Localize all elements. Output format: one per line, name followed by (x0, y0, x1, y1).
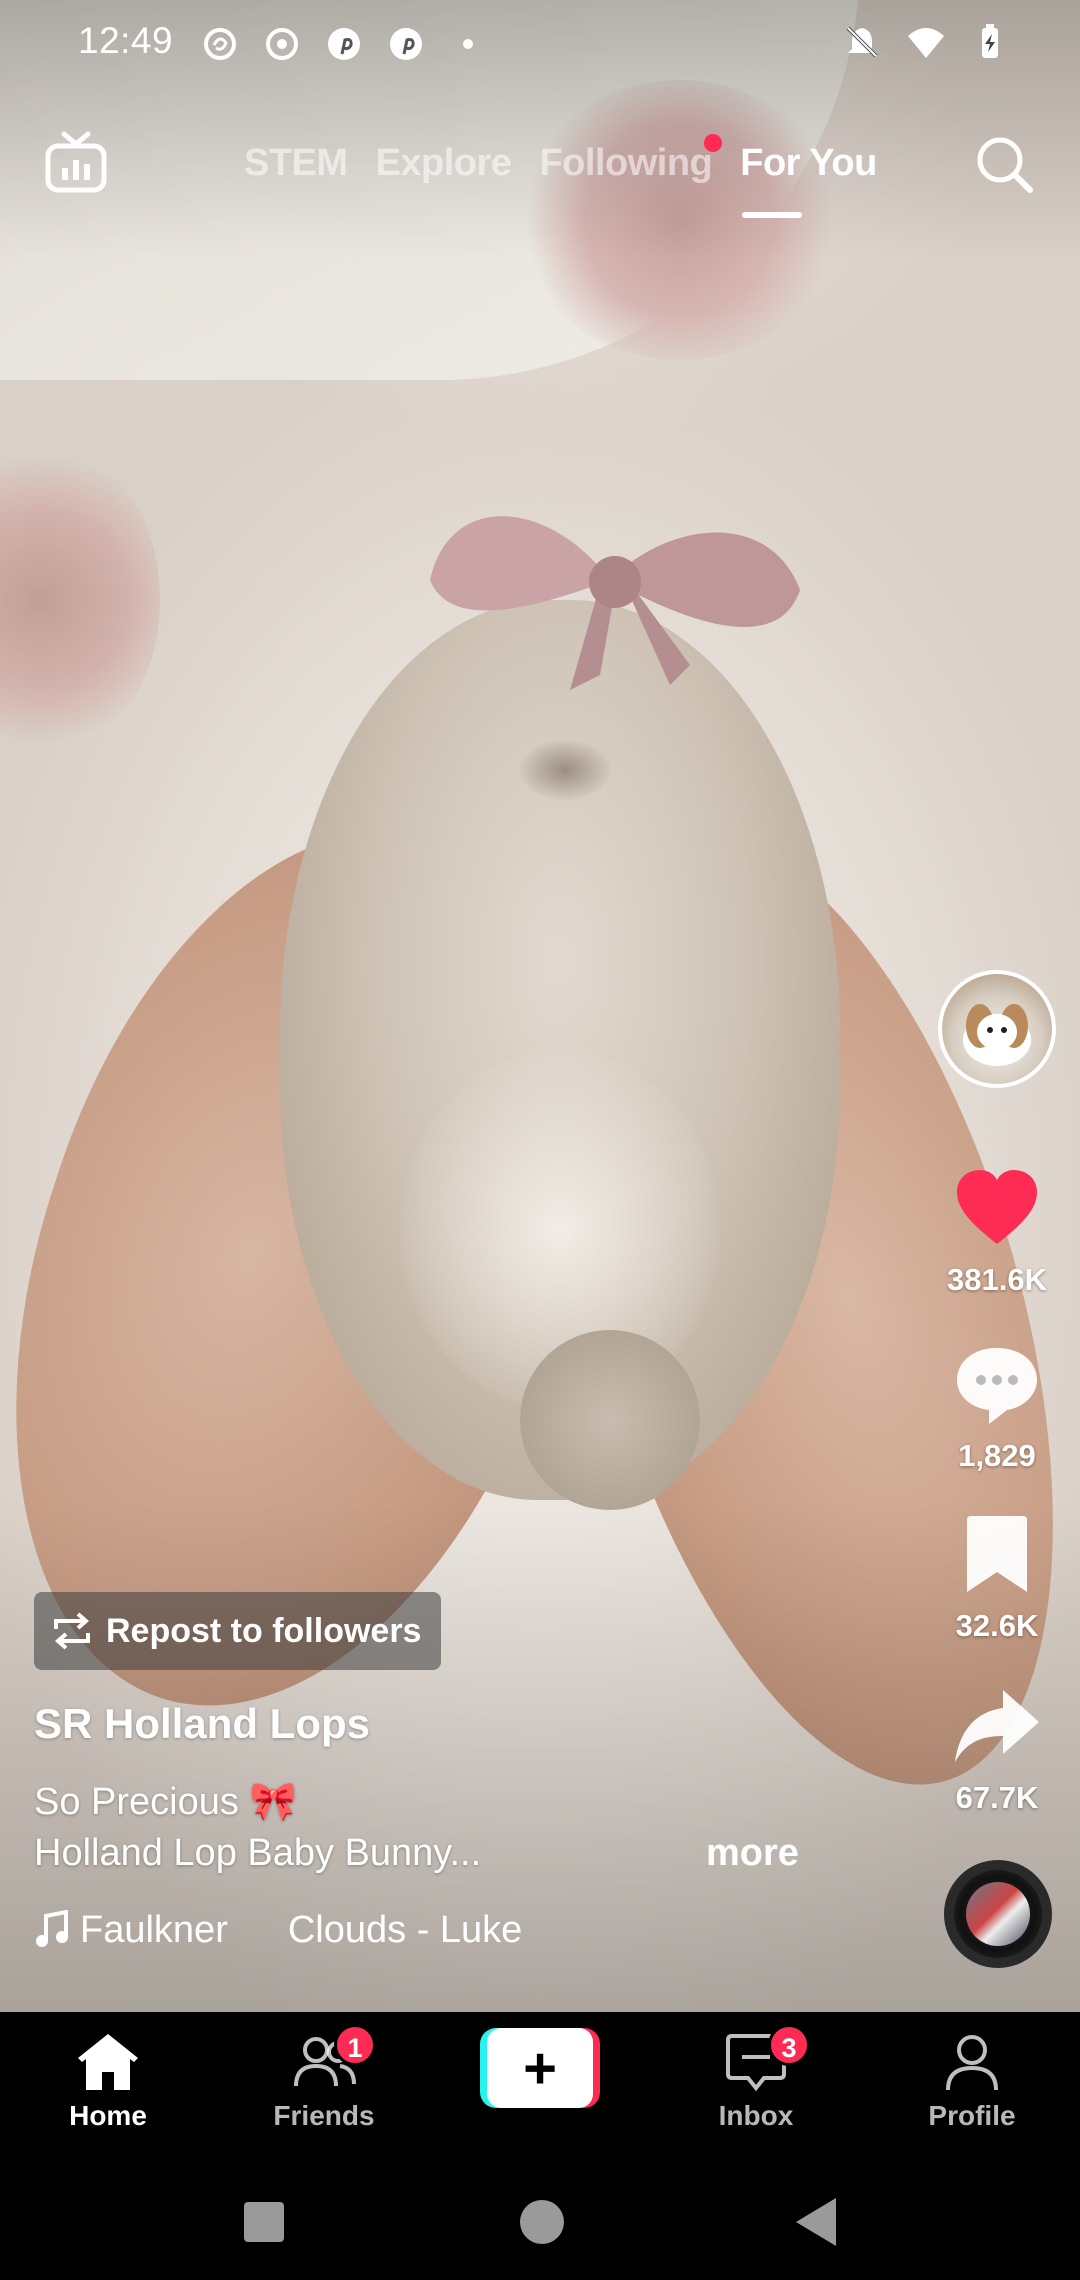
nav-home[interactable]: Home (18, 2030, 198, 2132)
like-count: 381.6K (947, 1262, 1047, 1297)
save-button[interactable]: 32.6K (930, 1506, 1064, 1644)
repost-icon (54, 1612, 90, 1650)
home-system-button[interactable] (520, 2200, 564, 2244)
wifi-icon (908, 28, 944, 58)
bunny-nose (520, 740, 610, 800)
pinterest-icon (390, 28, 422, 60)
status-bar: 12:49 (0, 0, 1080, 86)
status-time: 12:49 (78, 20, 174, 61)
repost-label: Repost to followers (106, 1611, 422, 1650)
caption-line-1: So Precious 🎀 (34, 1781, 297, 1823)
pink-fluff-decoration (0, 440, 160, 760)
like-button[interactable]: 381.6K (930, 1160, 1064, 1298)
comment-count: 1,829 (958, 1438, 1036, 1473)
repost-button[interactable]: Repost to followers (34, 1592, 442, 1670)
nav-home-label: Home (69, 2100, 147, 2131)
nav-inbox-label: Inbox (718, 2100, 794, 2131)
search-icon[interactable] (970, 130, 1038, 198)
pink-bow (430, 516, 800, 690)
heart-icon (957, 1170, 1037, 1244)
music-title: Clouds - Luke (287, 1908, 523, 1951)
music-disc[interactable] (944, 1860, 1052, 1968)
active-tab-indicator (742, 212, 802, 218)
profile-icon (946, 2035, 998, 2091)
share-arrow-icon (955, 1690, 1039, 1762)
nav-friends-label: Friends (273, 2100, 375, 2131)
battery-charging-icon (982, 24, 998, 58)
threads-icon (204, 28, 236, 60)
nav-friends[interactable]: Friends 1 (234, 2024, 414, 2132)
music-info[interactable]: Faulkner Clouds - Luke (34, 1906, 554, 1954)
nav-profile[interactable]: Profile (882, 2030, 1062, 2132)
new-content-dot (704, 134, 723, 152)
recents-button[interactable] (244, 2202, 284, 2242)
save-count: 32.6K (955, 1608, 1039, 1643)
music-note-icon (36, 1910, 68, 1947)
caption-more-button[interactable]: more (706, 1832, 799, 1875)
bunny-avatar-image (963, 1004, 1031, 1066)
top-navigation: STEM Explore Following For You (0, 120, 1080, 230)
create-button[interactable]: + (480, 2028, 600, 2108)
share-button[interactable]: 67.7K (930, 1678, 1064, 1816)
tab-explore[interactable]: Explore (376, 142, 512, 185)
live-tv-icon[interactable] (42, 130, 110, 198)
mute-icon (846, 26, 878, 58)
feed-tabs: STEM Explore Following For You (244, 134, 877, 185)
caption-line-2: Holland Lop Baby Bunny... (34, 1832, 482, 1874)
nav-inbox[interactable]: Inbox 3 (666, 2024, 846, 2132)
creator-name[interactable]: SR Holland Lops (34, 1700, 370, 1748)
pinterest-icon (328, 28, 360, 60)
bottom-navigation: Home Friends 1 + Inbox 3 Profile (0, 2012, 1080, 2162)
creator-avatar[interactable] (938, 970, 1056, 1088)
comment-button[interactable]: 1,829 (930, 1336, 1064, 1474)
dot-icon (463, 39, 473, 49)
tab-following[interactable]: Following (539, 134, 723, 185)
record-icon (266, 28, 298, 60)
nav-profile-label: Profile (928, 2100, 1016, 2131)
bookmark-icon (967, 1516, 1027, 1592)
comment-icon (957, 1348, 1037, 1424)
home-icon (78, 2034, 138, 2090)
create-plus-icon: + (487, 2028, 593, 2108)
music-disc-artwork (966, 1882, 1030, 1946)
back-button[interactable] (796, 2198, 836, 2246)
system-navigation-bar (0, 2162, 1080, 2280)
friends-badge: 1 (334, 2024, 376, 2066)
inbox-badge: 3 (768, 2024, 810, 2066)
bunny-feet (520, 1330, 700, 1510)
tab-stem[interactable]: STEM (244, 142, 348, 185)
tab-for-you[interactable]: For You (740, 142, 877, 185)
share-count: 67.7K (955, 1780, 1039, 1815)
tab-following-label: Following (539, 142, 713, 184)
music-artist: Faulkner (80, 1908, 228, 1951)
